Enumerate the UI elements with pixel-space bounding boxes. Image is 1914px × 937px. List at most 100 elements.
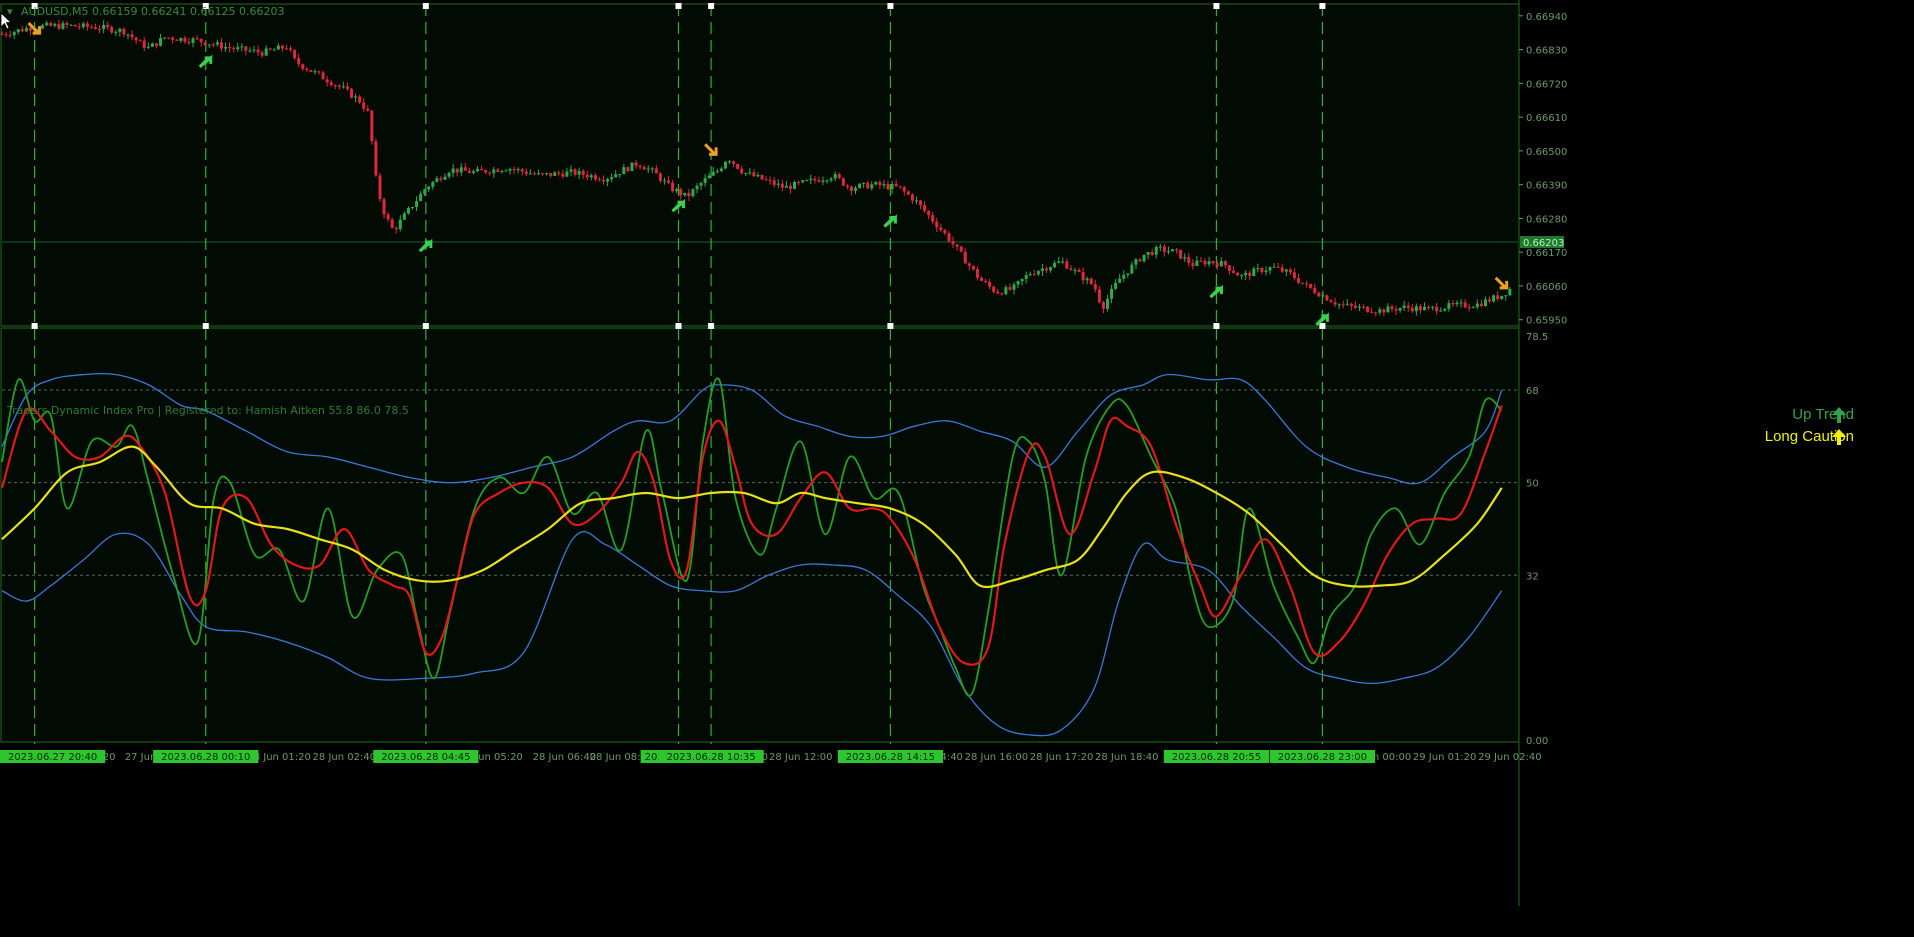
candle-body bbox=[910, 194, 914, 201]
candle-body bbox=[1272, 266, 1276, 268]
candle-body bbox=[736, 163, 740, 169]
candle-body bbox=[894, 183, 898, 187]
candle-body bbox=[707, 175, 711, 179]
candle-body bbox=[622, 167, 626, 175]
candle-body bbox=[415, 200, 419, 208]
candle-body bbox=[1353, 305, 1357, 308]
candle-body bbox=[1154, 247, 1158, 255]
candle-body bbox=[370, 110, 374, 142]
candle-body bbox=[236, 47, 240, 50]
candle-body bbox=[191, 38, 195, 43]
candle-body bbox=[597, 179, 601, 181]
candle-body bbox=[1069, 268, 1073, 271]
candle-body bbox=[500, 170, 504, 172]
candle-body bbox=[69, 24, 73, 26]
candle-body bbox=[1162, 246, 1166, 252]
candle-body bbox=[455, 168, 459, 173]
candle-body bbox=[1195, 260, 1199, 266]
candle-body bbox=[1199, 260, 1203, 262]
candle-body bbox=[1325, 295, 1329, 301]
candle-body bbox=[996, 291, 1000, 294]
candle-body bbox=[1374, 312, 1378, 314]
candle-body bbox=[939, 227, 943, 231]
time-axis-label: 28 Jun 16:00 bbox=[965, 752, 1029, 763]
candle-body bbox=[402, 213, 406, 220]
candle-body bbox=[1101, 302, 1105, 309]
candle-body bbox=[1309, 284, 1313, 288]
candle-body bbox=[553, 172, 557, 176]
candle-body bbox=[1045, 268, 1049, 271]
candle-body bbox=[20, 29, 24, 32]
candle-body bbox=[1110, 288, 1114, 299]
candle-body bbox=[874, 182, 878, 185]
candle-body bbox=[374, 141, 378, 176]
indicator-tick-label: 0.00 bbox=[1526, 736, 1548, 747]
candle-body bbox=[110, 27, 114, 33]
candle-body bbox=[1435, 306, 1439, 312]
candle-body bbox=[1341, 304, 1345, 306]
candle-body bbox=[496, 169, 500, 172]
candle-body bbox=[671, 182, 675, 192]
candle-body bbox=[1126, 273, 1130, 275]
candle-body bbox=[228, 46, 232, 49]
candle-body bbox=[276, 45, 280, 50]
candle-body bbox=[512, 168, 516, 170]
candle-body bbox=[1284, 269, 1288, 272]
candle-body bbox=[675, 189, 679, 192]
vline-handle-top bbox=[422, 3, 429, 9]
vline-handle-top bbox=[1213, 3, 1220, 9]
candle-body bbox=[1394, 309, 1398, 311]
candle-body bbox=[890, 183, 894, 190]
candle-body bbox=[435, 178, 439, 182]
candle-body bbox=[102, 24, 106, 30]
candle-body bbox=[1020, 278, 1024, 282]
candle-body bbox=[541, 173, 545, 175]
candle-body bbox=[1297, 278, 1301, 283]
vline-date-label: 2023.06.28 10:35 bbox=[666, 752, 755, 763]
candle-body bbox=[1016, 281, 1020, 285]
candle-body bbox=[845, 185, 849, 187]
candle-body bbox=[1142, 254, 1146, 262]
candle-body bbox=[1073, 269, 1077, 271]
candle-body bbox=[906, 191, 910, 195]
candle-body bbox=[1439, 310, 1443, 312]
candle-body bbox=[1288, 269, 1292, 273]
candle-body bbox=[1122, 274, 1126, 279]
candle-body bbox=[451, 168, 455, 173]
candle-body bbox=[1077, 269, 1081, 272]
vline-handle-top bbox=[887, 3, 894, 9]
candle-body bbox=[602, 180, 606, 182]
candle-body bbox=[329, 82, 333, 86]
candle-body bbox=[809, 178, 813, 181]
candle-body bbox=[654, 168, 658, 174]
candle-body bbox=[740, 168, 744, 174]
candle-body bbox=[1333, 302, 1337, 305]
candle-body bbox=[744, 173, 748, 175]
candle-body bbox=[829, 178, 833, 181]
vline-handle-mid bbox=[1213, 323, 1220, 329]
candle-body bbox=[350, 88, 354, 98]
candle-body bbox=[1366, 306, 1370, 312]
trading-chart[interactable]: 0.66940 0.66830 0.66720 0.66610 0.66500 0.663… bbox=[0, 0, 1914, 933]
candle-body bbox=[219, 42, 223, 49]
candle-body bbox=[1231, 270, 1235, 273]
price-tick-label: 0.66830 bbox=[1526, 46, 1567, 57]
price-tick-label: 0.66170 bbox=[1526, 248, 1567, 259]
candle-body bbox=[106, 24, 110, 28]
candle-body bbox=[821, 180, 825, 182]
candle-body bbox=[305, 68, 309, 70]
candle-body bbox=[354, 96, 358, 98]
candle-body bbox=[545, 173, 549, 175]
candle-body bbox=[565, 171, 569, 177]
candle-body bbox=[1422, 306, 1426, 311]
candle-body bbox=[853, 187, 857, 191]
candle-body bbox=[89, 26, 93, 28]
candle-body bbox=[748, 172, 752, 174]
candle-body bbox=[195, 38, 199, 40]
candle-body bbox=[626, 167, 630, 172]
candle-body bbox=[557, 172, 561, 174]
candle-body bbox=[752, 172, 756, 177]
chart-canvas[interactable]: 0.66940 0.66830 0.66720 0.66610 0.66500 0.663… bbox=[0, 0, 1914, 933]
candle-body bbox=[1301, 282, 1305, 284]
candle-body bbox=[41, 25, 45, 29]
